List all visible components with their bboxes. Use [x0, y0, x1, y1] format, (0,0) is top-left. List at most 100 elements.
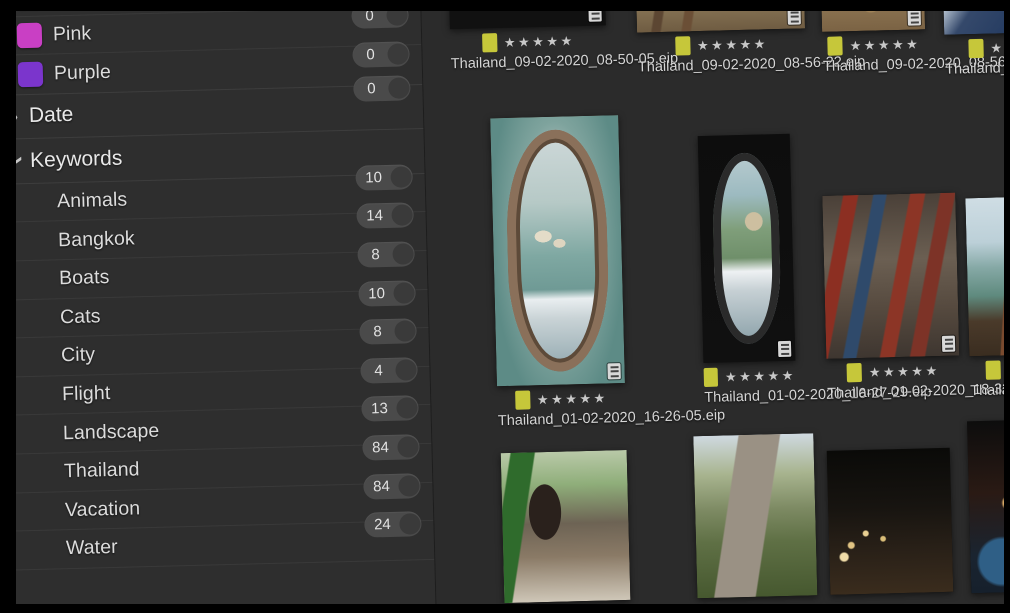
pill-knob — [388, 77, 410, 99]
thumbnail-filename: Thailand_01-02-2020_16-27-29.eip — [704, 384, 932, 406]
thumbnail-caption: ★★★★★ Thailand_01-02-2020_16-26-05.eip — [497, 389, 726, 430]
thumbnail-filename: Thailand_01-02-2020_16-26-05.eip — [497, 407, 726, 430]
count-value: 4 — [374, 361, 383, 380]
thumbnail-filename: Thailand_01-02-2020 — [944, 58, 1010, 78]
count-pill: 0 — [352, 41, 410, 68]
thumbnail-cell[interactable]: ★★★★★ Thailand_01-02-2020_16-26-05.eip — [490, 115, 725, 429]
photo-airplane-window-coastline — [697, 133, 796, 363]
metadata-badge-icon — [777, 340, 792, 358]
pill-knob — [397, 436, 419, 458]
count-pill: 0 — [353, 75, 411, 102]
count-value: 8 — [371, 246, 380, 264]
thumbnail-image[interactable] — [697, 133, 796, 363]
photo-night-street-lanterns — [826, 447, 954, 595]
color-chip[interactable] — [968, 38, 984, 58]
color-label-text: Pink — [52, 22, 92, 46]
count-pill: 8 — [359, 318, 417, 345]
count-pill: 10 — [358, 279, 416, 307]
keyword-label: Animals — [56, 188, 128, 213]
thumbnail-filename: Thailand_09-02-2020_08-56-22.eip — [637, 53, 866, 76]
metadata-badge-icon — [607, 363, 621, 380]
count-pill: 24 — [364, 511, 422, 538]
thumbnail-filename: Thailand_09-02-2020_08-50-05.eip — [450, 50, 679, 73]
thumbnail-cell[interactable] — [693, 433, 818, 599]
rating-stars[interactable]: ★★★★★ — [697, 36, 768, 53]
thumbnail-caption: ★★★★★ Thailand_01-02-2020_16-27-29.eip — [703, 367, 932, 406]
color-chip[interactable] — [481, 32, 498, 52]
rating-stars[interactable]: ★★★★★ — [537, 390, 608, 407]
thumbnail-caption: ★★★★★ Thailand_09-02-2020_08-56-22.eip — [637, 34, 866, 76]
letterbox-bottom — [0, 604, 1010, 613]
count-value: 0 — [366, 46, 375, 64]
count-pill: 10 — [355, 164, 413, 191]
thumbnail-filename: Thailand_01-02-2020_18-32-09.eip — [827, 380, 1010, 402]
sidebar-scroll-area[interactable]: Blue 0 Pink 0 Purple — [0, 0, 436, 613]
rating-stars[interactable]: ★★★★★ — [869, 363, 940, 380]
color-chip[interactable] — [514, 389, 531, 410]
thumbnail-image[interactable] — [693, 433, 818, 599]
letterbox-right — [1004, 0, 1010, 613]
pill-knob — [387, 43, 409, 66]
thumbnail-caption: ★★★★★ Thailand_09-02-2020_08-50-05.eip — [450, 31, 679, 73]
sidebar-group-label: Date — [28, 103, 74, 128]
count-value: 10 — [368, 284, 386, 303]
color-chip[interactable] — [674, 35, 691, 56]
count-value: 8 — [373, 323, 382, 341]
count-pill: 8 — [357, 241, 415, 268]
count-value: 0 — [367, 79, 376, 98]
thumbnail-image[interactable] — [826, 447, 954, 595]
thumbnail-caption: ★★★★★ Thailand_01-02-2020_18-32-09.eip — [827, 362, 1010, 402]
pill-knob — [393, 281, 415, 304]
keyword-label: Landscape — [62, 419, 160, 444]
keyword-label: Thailand — [63, 458, 140, 483]
screenshot-stage: Blue 0 Pink 0 Purple — [0, 0, 1010, 613]
color-chip[interactable] — [985, 359, 1002, 380]
application-window: Blue 0 Pink 0 Purple — [0, 0, 1010, 613]
count-pill: 84 — [363, 472, 421, 500]
photo-musician-with-guitar — [500, 449, 631, 604]
thumbnail-grid[interactable]: ★★★★★ Thailand_09-02-2020_08-50-05.eip ★… — [420, 0, 1010, 613]
thumbnail-cell[interactable]: ★★★★★ Thailand_01-02-2020_18-32-09.eip — [822, 192, 1010, 402]
pill-knob — [399, 513, 421, 535]
pill-knob — [390, 166, 412, 188]
thumbnail-cell[interactable] — [826, 447, 954, 595]
thumbnail-filename: Thailand_09-02-2020_08-56-31.eip — [822, 53, 1010, 75]
thumbnail-caption: ★★★ Thailand_01-02-2020 — [944, 38, 1010, 78]
photo-thatched-huts-palms — [693, 433, 818, 599]
rating-stars[interactable]: ★★★★★ — [504, 33, 575, 50]
thumbnail-image[interactable] — [500, 449, 631, 604]
rating-stars[interactable]: ★★★★★ — [849, 36, 920, 53]
keyword-label: Bangkok — [57, 227, 135, 251]
color-chip[interactable] — [846, 362, 863, 382]
rating-stars[interactable]: ★★★★★ — [725, 367, 796, 384]
pill-knob — [396, 397, 418, 420]
color-swatch-pink — [16, 22, 43, 49]
count-value: 10 — [365, 168, 383, 187]
thumbnail-cell[interactable] — [500, 449, 631, 604]
color-chip[interactable] — [827, 35, 843, 56]
keyword-list[interactable]: Animals 10 Bangkok 14 Boats 8 Cats 10 City 8 Fligh… — [0, 164, 435, 571]
count-pill: 14 — [356, 202, 414, 230]
library-sidebar[interactable]: Blue 0 Pink 0 Purple — [0, 0, 438, 613]
photo-airplane-window-islands — [490, 115, 625, 387]
thumbnail-image[interactable] — [490, 115, 625, 387]
count-value: 84 — [371, 438, 390, 457]
thumbnail-cell[interactable]: ★★★★★ Thailand_01-02-2020_16-27-29.eip — [697, 133, 932, 406]
count-value: 24 — [373, 516, 392, 534]
keyword-label: Flight — [61, 382, 111, 406]
letterbox-top — [0, 0, 1010, 11]
keyword-label: Boats — [58, 266, 110, 290]
thumbnail-image[interactable] — [822, 192, 960, 359]
count-value: 14 — [366, 207, 384, 225]
color-chip[interactable] — [703, 367, 719, 387]
pill-knob — [391, 204, 413, 227]
count-value: 13 — [370, 400, 389, 418]
color-swatch-purple — [17, 61, 44, 88]
thumbnail-caption: ★★★★★ Thailand_09-02-2020_08-56-31.eip — [822, 35, 1010, 75]
photo-airport-waiting-lounge — [822, 192, 960, 359]
keyword-label: Water — [65, 536, 119, 560]
letterbox-left — [0, 0, 16, 613]
color-label-text: Purple — [53, 60, 112, 85]
keyword-label: Vacation — [64, 497, 141, 522]
keyword-label: Cats — [59, 305, 101, 329]
